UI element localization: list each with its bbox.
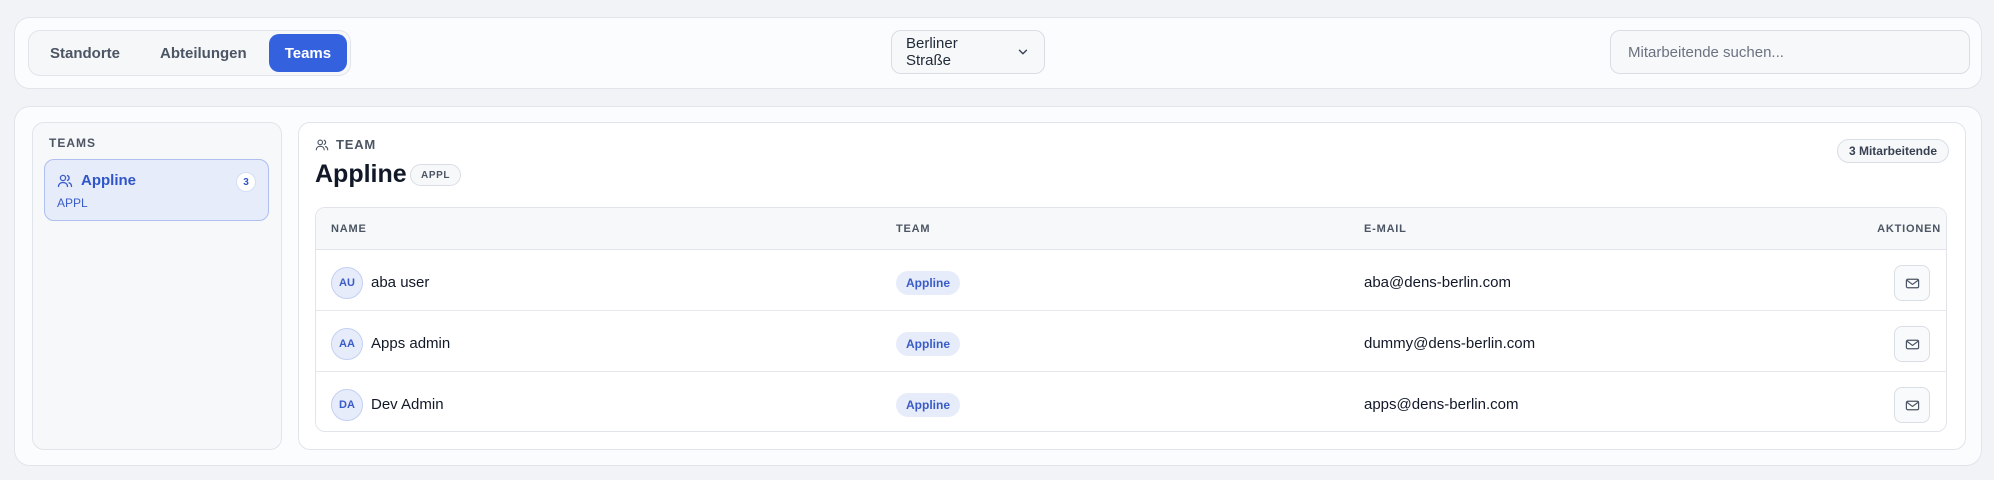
table-row: AU aba user Appline aba@dens-berlin.com bbox=[316, 250, 1946, 311]
team-badge: Appline bbox=[896, 271, 960, 295]
member-email: aba@dens-berlin.com bbox=[1364, 274, 1511, 291]
view-tabs: Standorte Abteilungen Teams bbox=[28, 30, 352, 76]
column-header-team: TEAM bbox=[896, 223, 931, 235]
avatar: AU bbox=[331, 267, 363, 299]
member-email: dummy@dens-berlin.com bbox=[1364, 335, 1536, 352]
mail-icon bbox=[1905, 339, 1919, 349]
members-table: NAME TEAM E-MAIL AKTIONEN AU aba user Ap… bbox=[315, 207, 1947, 432]
mail-icon bbox=[1905, 278, 1919, 288]
sidebar-title: TEAMS bbox=[49, 136, 96, 150]
page-title: Appline bbox=[315, 160, 407, 188]
tab-abteilungen[interactable]: Abteilungen bbox=[142, 34, 265, 72]
member-name: aba user bbox=[371, 274, 430, 291]
employee-search-input[interactable] bbox=[1610, 30, 1970, 74]
tab-teams[interactable]: Teams bbox=[268, 34, 348, 72]
member-name: Dev Admin bbox=[371, 396, 444, 413]
context-label-text: TEAM bbox=[336, 137, 377, 152]
chevron-down-icon bbox=[1018, 49, 1028, 55]
column-header-actions: AKTIONEN bbox=[1877, 223, 1941, 235]
location-select[interactable]: Berliner Straße bbox=[891, 30, 1045, 74]
member-count-badge: 3 bbox=[236, 172, 256, 192]
table-header: NAME TEAM E-MAIL AKTIONEN bbox=[316, 208, 1946, 250]
avatar: DA bbox=[331, 389, 363, 421]
send-mail-button[interactable] bbox=[1894, 326, 1930, 362]
team-badge: Appline bbox=[896, 332, 960, 356]
team-detail: TEAM Appline APPL 3 Mitarbeitende NAME T… bbox=[298, 122, 1966, 450]
users-icon bbox=[57, 174, 73, 188]
mail-icon bbox=[1905, 400, 1919, 410]
tab-standorte[interactable]: Standorte bbox=[32, 34, 138, 72]
send-mail-button[interactable] bbox=[1894, 387, 1930, 423]
users-icon bbox=[315, 139, 329, 150]
member-email: apps@dens-berlin.com bbox=[1364, 396, 1519, 413]
location-select-value: Berliner Straße bbox=[906, 35, 958, 69]
column-header-name: NAME bbox=[331, 223, 367, 235]
sidebar-item-label: Appline bbox=[81, 172, 136, 189]
teams-sidebar: TEAMS Appline APPL 3 bbox=[32, 122, 282, 450]
team-code-badge: APPL bbox=[410, 164, 462, 186]
avatar: AA bbox=[331, 328, 363, 360]
column-header-email: E-MAIL bbox=[1364, 223, 1407, 235]
sidebar-item-appline[interactable]: Appline APPL 3 bbox=[44, 159, 269, 221]
send-mail-button[interactable] bbox=[1894, 265, 1930, 301]
top-toolbar: Standorte Abteilungen Teams Berliner Str… bbox=[14, 17, 1982, 89]
team-badge: Appline bbox=[896, 393, 960, 417]
context-label: TEAM bbox=[315, 137, 376, 152]
sidebar-item-code: APPL bbox=[57, 196, 88, 210]
member-name: Apps admin bbox=[371, 335, 451, 352]
table-row: AA Apps admin Appline dummy@dens-berlin.… bbox=[316, 311, 1946, 372]
main-panel: TEAMS Appline APPL 3 TEAM Appline APPL 3… bbox=[14, 106, 1982, 466]
table-row: DA Dev Admin Appline apps@dens-berlin.co… bbox=[316, 372, 1946, 431]
member-count-badge: 3 Mitarbeitende bbox=[1836, 139, 1949, 163]
